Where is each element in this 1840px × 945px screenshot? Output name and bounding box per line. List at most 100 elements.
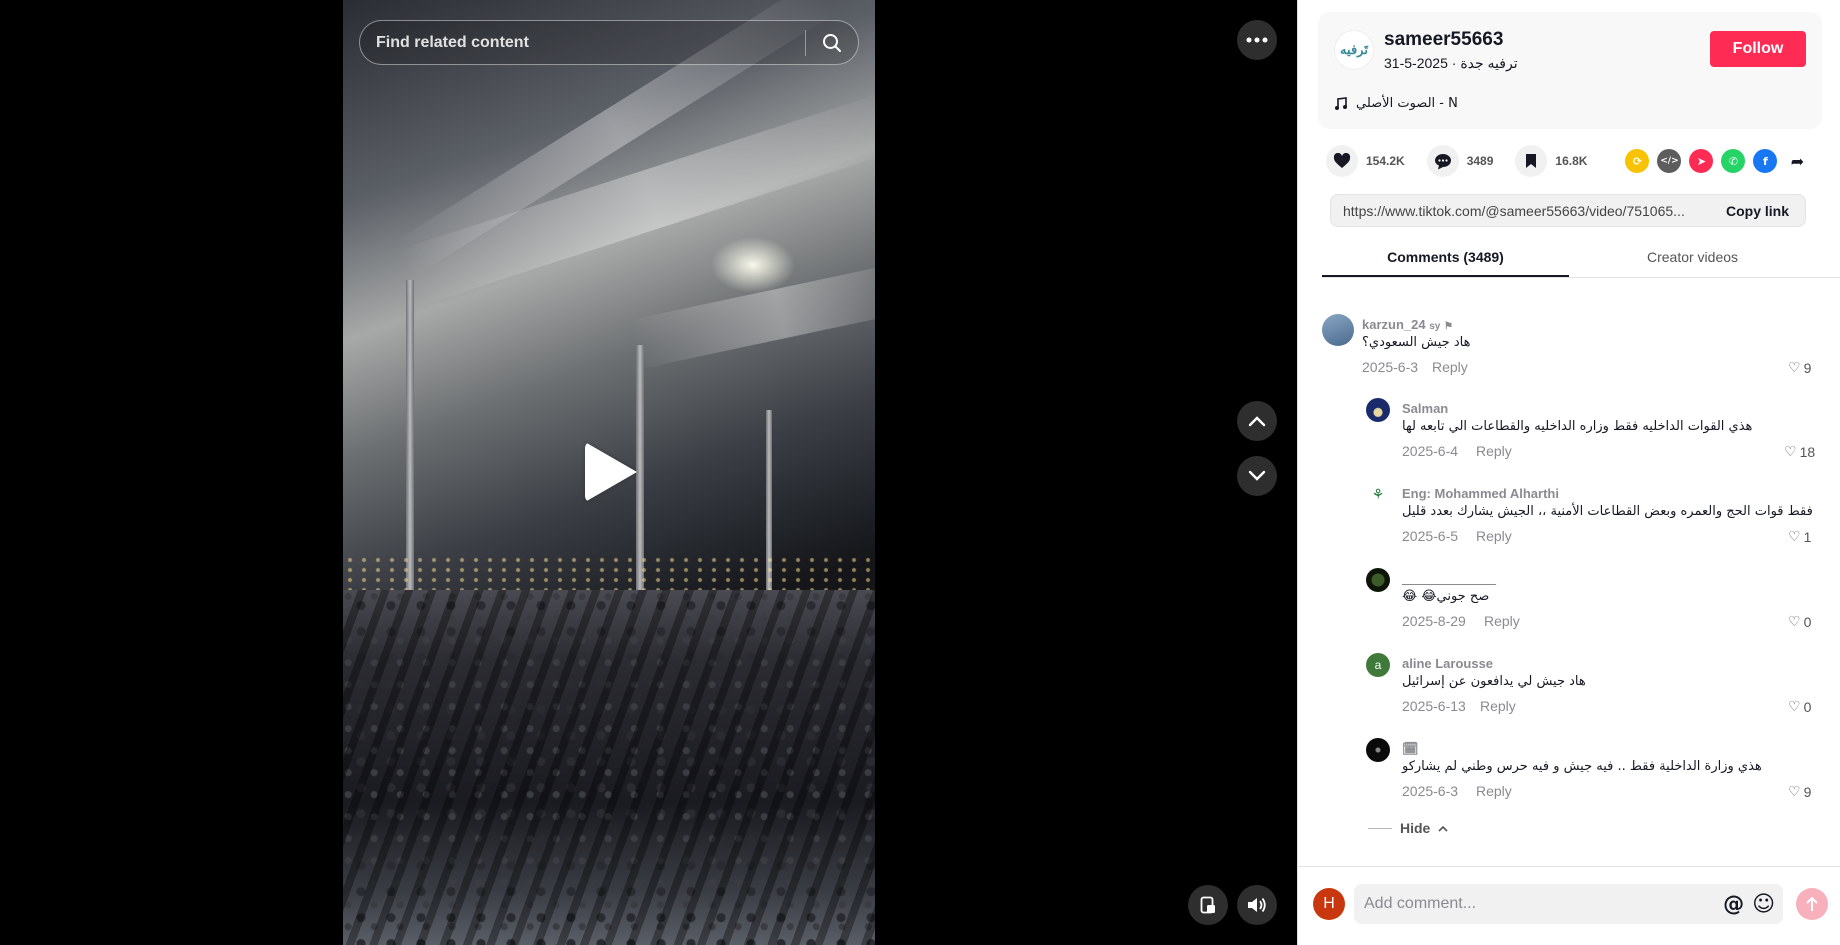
whatsapp-icon[interactable]: ✆ — [1721, 149, 1746, 173]
hide-replies-button[interactable]: Hide — [1368, 820, 1448, 836]
comment-text: هذي القوات الداخليه فقط وزاره الداخليه و… — [1402, 419, 1753, 434]
reply-item: _____________ 😂 😂صح جوني 2025-8-29 Reply… — [1366, 568, 1836, 638]
post-comment-button[interactable] — [1796, 888, 1828, 920]
meta-separator: · — [1447, 55, 1461, 71]
comment-text: هاد جيش لي يدافعون عن إسرائيل — [1402, 674, 1586, 689]
comment-text: هاد جيش السعودي؟ — [1362, 335, 1471, 350]
comment-composer: H @ ☺ — [1298, 866, 1840, 945]
search-input[interactable] — [360, 21, 805, 64]
like-button[interactable] — [1326, 145, 1358, 177]
avatar[interactable] — [1322, 314, 1354, 346]
comment-like[interactable]: ♡ 9 — [1788, 783, 1811, 800]
repost-icon[interactable]: ⟳ — [1625, 149, 1650, 173]
comment-date: 2025-6-3 — [1402, 783, 1459, 799]
search-icon — [823, 33, 841, 52]
bookmark-icon — [1526, 154, 1537, 168]
author-meta: ترفيه جدة · 2025-5-31 — [1384, 55, 1518, 72]
embed-icon[interactable]: </> — [1657, 149, 1682, 173]
hide-line — [1368, 827, 1392, 829]
comment-like[interactable]: ♡ 18 — [1784, 443, 1815, 460]
author-nickname: ترفيه جدة — [1460, 55, 1518, 71]
avatar[interactable] — [1366, 568, 1390, 592]
reply-button[interactable]: Reply — [1484, 613, 1520, 629]
reply-item: 🗓 هذي وزارة الداخلية فقط .. فيه جيش و في… — [1366, 738, 1836, 808]
avatar[interactable] — [1366, 398, 1390, 422]
action-bar: 154.2K 3489 16.8K ⟳ </> ➤ ✆ f ➦ — [1326, 145, 1826, 177]
previous-video-button[interactable] — [1237, 401, 1277, 441]
comment-username[interactable]: aline Larousse — [1402, 656, 1493, 671]
heart-outline-icon: ♡ — [1788, 613, 1801, 629]
more-options-button[interactable] — [1237, 20, 1277, 60]
next-video-button[interactable] — [1237, 456, 1277, 496]
share-icons: ⟳ </> ➤ ✆ f ➦ — [1625, 149, 1809, 173]
comment-field[interactable]: @ ☺ — [1354, 884, 1783, 924]
share-link-box: https://www.tiktok.com/@sameer55663/vide… — [1330, 194, 1806, 227]
play-icon[interactable] — [585, 442, 637, 502]
save-action[interactable]: 16.8K — [1515, 145, 1587, 177]
reply-button[interactable]: Reply — [1476, 528, 1512, 544]
like-action[interactable]: 154.2K — [1326, 145, 1405, 177]
comment-username[interactable]: 🗓 — [1402, 741, 1419, 757]
follow-button[interactable]: Follow — [1710, 31, 1806, 67]
comment-like[interactable]: ♡ 0 — [1788, 613, 1811, 630]
mention-icon[interactable]: @ — [1723, 892, 1744, 916]
comment-username[interactable]: _____________ — [1402, 571, 1496, 586]
floating-player-button[interactable] — [1188, 885, 1228, 925]
reply-button[interactable]: Reply — [1476, 443, 1512, 459]
comment-like[interactable]: ♡ 9 — [1788, 359, 1811, 376]
comment-text: فقط قوات الحج والعمره وبعض القطاعات الأم… — [1402, 504, 1813, 519]
comment-date: 2025-6-3 — [1362, 359, 1419, 375]
comment-username[interactable]: Salman — [1402, 401, 1448, 416]
country-badge: sy — [1429, 321, 1441, 332]
reply-item: Salman هذي القوات الداخليه فقط وزاره الد… — [1366, 398, 1836, 468]
heart-icon — [1333, 153, 1351, 168]
comment-like[interactable]: ♡ 1 — [1788, 528, 1811, 545]
reply-button[interactable]: Reply — [1432, 359, 1468, 375]
comment-username[interactable]: karzun_24 sy ⚑ — [1362, 317, 1453, 332]
avatar[interactable]: ⚘ — [1366, 483, 1390, 507]
tab-creator-videos[interactable]: Creator videos — [1569, 242, 1816, 277]
music-info[interactable]: الصوت الأصلي - N — [1334, 96, 1458, 111]
heart-outline-icon: ♡ — [1784, 443, 1797, 459]
flag-icon: ⚑ — [1443, 321, 1453, 332]
chevron-down-icon — [1248, 470, 1266, 481]
author-avatar[interactable]: تَرفيه — [1334, 30, 1374, 70]
volume-button[interactable] — [1237, 885, 1277, 925]
comment-date: 2025-6-4 — [1402, 443, 1459, 459]
author-username[interactable]: sameer55663 — [1384, 29, 1503, 51]
save-count: 16.8K — [1555, 154, 1588, 168]
comment-text: هذي وزارة الداخلية فقط .. فيه جيش و فيه … — [1402, 759, 1762, 774]
detail-panel: تَرفيه sameer55663 ترفيه جدة · 2025-5-31… — [1297, 0, 1840, 945]
heart-outline-icon: ♡ — [1788, 359, 1801, 375]
user-avatar[interactable]: H — [1313, 888, 1345, 920]
avatar[interactable] — [1366, 738, 1390, 762]
comment-username[interactable]: Eng: Mohammed Alharthi — [1402, 486, 1559, 501]
tab-comments[interactable]: Comments (3489) — [1322, 242, 1569, 277]
copy-link-button[interactable]: Copy link — [1710, 203, 1805, 219]
comment-count: 3489 — [1466, 154, 1494, 168]
avatar[interactable]: a — [1366, 653, 1390, 677]
comment-icon — [1434, 153, 1451, 169]
music-title: الصوت الأصلي - N — [1356, 96, 1458, 111]
more-icon — [1246, 37, 1268, 43]
emoji-icon[interactable]: ☺ — [1752, 892, 1775, 917]
search-bar[interactable] — [359, 20, 859, 65]
comment-like[interactable]: ♡ 0 — [1788, 698, 1811, 715]
video-url[interactable]: https://www.tiktok.com/@sameer55663/vide… — [1331, 203, 1710, 219]
search-button[interactable] — [806, 21, 858, 64]
reply-button[interactable]: Reply — [1480, 698, 1516, 714]
chevron-up-icon — [1248, 416, 1266, 427]
comment-input[interactable] — [1354, 895, 1724, 913]
comment-action[interactable]: 3489 — [1426, 145, 1494, 177]
send-to-friends-icon[interactable]: ➤ — [1689, 149, 1714, 173]
reply-button[interactable]: Reply — [1476, 783, 1512, 799]
save-button[interactable] — [1515, 145, 1548, 177]
comment-date: 2025-6-13 — [1402, 698, 1466, 714]
comment-button[interactable] — [1426, 145, 1459, 177]
reply-item: ⚘ Eng: Mohammed Alharthi فقط قوات الحج و… — [1366, 483, 1836, 553]
facebook-icon[interactable]: f — [1753, 149, 1778, 173]
post-date: 2025-5-31 — [1384, 55, 1448, 71]
comment-date: 2025-6-5 — [1402, 528, 1459, 544]
share-arrow-icon[interactable]: ➦ — [1785, 149, 1809, 173]
reply-item: a aline Larousse هاد جيش لي يدافعون عن إ… — [1366, 653, 1836, 723]
